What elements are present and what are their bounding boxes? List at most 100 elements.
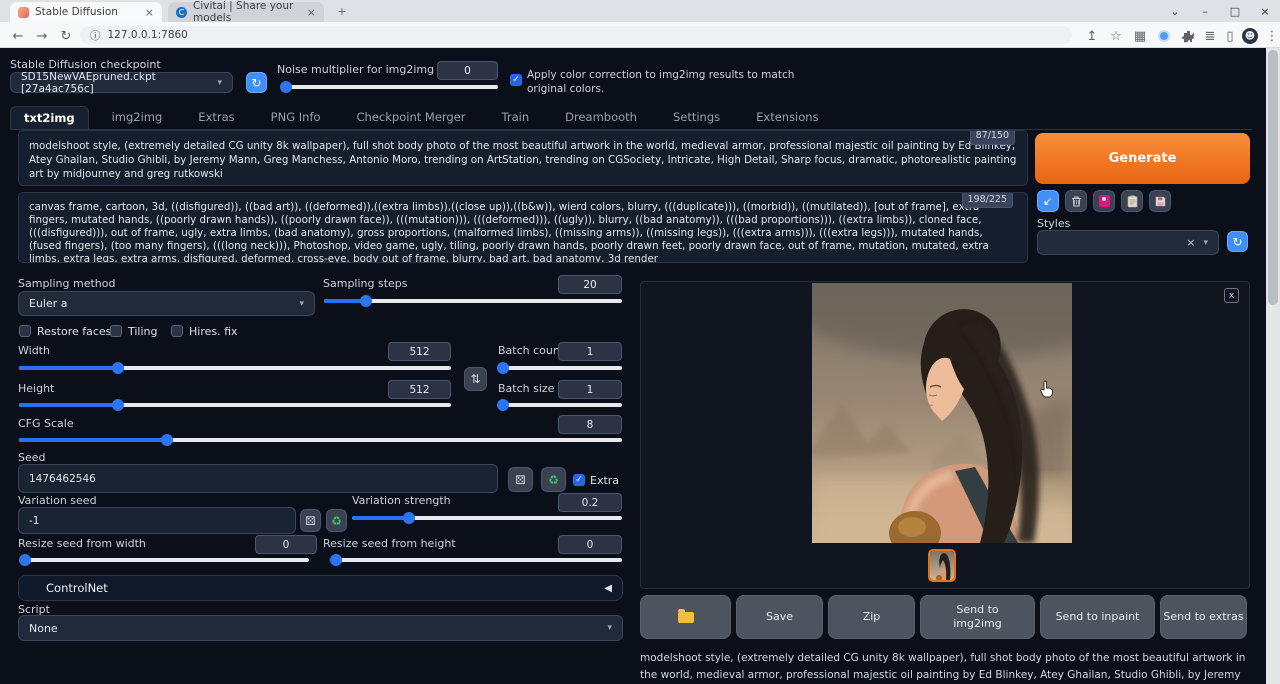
side-panel-icon[interactable]: ▯ <box>1220 26 1240 46</box>
extra-networks-button[interactable] <box>1093 190 1115 212</box>
tab-png-info[interactable]: PNG Info <box>258 106 334 129</box>
open-folder-button[interactable] <box>640 595 731 639</box>
prompt-textarea[interactable]: modelshoot style, (extremely detailed CG… <box>18 130 1028 186</box>
new-tab-button[interactable]: + <box>332 0 352 22</box>
tiling-checkbox[interactable] <box>110 325 122 337</box>
variation-reuse-seed-button[interactable]: ♻ <box>326 509 347 532</box>
restore-faces-checkbox[interactable] <box>19 325 31 337</box>
reuse-seed-button[interactable]: ♻ <box>541 467 566 492</box>
controlnet-accordion[interactable]: ControlNet ◀ <box>18 575 623 601</box>
noise-multiplier-label: Noise multiplier for img2img <box>277 63 434 76</box>
reload-icon[interactable]: ↻ <box>56 26 76 46</box>
cfg-scale-slider[interactable] <box>19 438 622 442</box>
save-style-button[interactable] <box>1149 190 1171 212</box>
url-text: 127.0.0.1:7860 <box>108 29 188 41</box>
tab-checkpoint-merger[interactable]: Checkpoint Merger <box>344 106 479 129</box>
profile-avatar[interactable]: ☻ <box>1240 26 1260 46</box>
batch-size-input[interactable]: 1 <box>558 380 622 399</box>
resize-seed-width-input[interactable]: 0 <box>255 535 317 554</box>
site-info-icon[interactable]: ⓘ <box>90 28 101 43</box>
script-dropdown[interactable]: None ▾ <box>18 615 623 641</box>
clear-styles-icon[interactable]: × <box>1186 236 1195 249</box>
batch-size-slider[interactable] <box>498 403 622 407</box>
batch-count-slider[interactable] <box>498 366 622 370</box>
noise-multiplier-input[interactable]: 0 <box>437 61 498 80</box>
color-correction-checkbox[interactable]: ✓ <box>510 74 522 86</box>
send-to-img2img-button[interactable]: Send to img2img <box>920 595 1035 639</box>
close-gallery-icon[interactable]: x <box>1224 288 1239 303</box>
clear-prompt-button[interactable] <box>1065 190 1087 212</box>
negative-prompt-textarea[interactable]: canvas frame, cartoon, 3d, ((disfigured)… <box>18 192 1028 263</box>
window-minimize-button[interactable]: – <box>1190 0 1220 22</box>
height-slider[interactable] <box>19 403 451 407</box>
browser-tab-civitai[interactable]: C Civitai | Share your models × <box>168 2 324 22</box>
resize-seed-height-input[interactable]: 0 <box>558 535 622 554</box>
civitai-favicon: C <box>176 7 187 18</box>
url-bar[interactable]: ⓘ 127.0.0.1:7860 <box>80 26 1072 44</box>
menu-kebab-icon[interactable]: ⋮ <box>1262 26 1280 46</box>
forward-icon[interactable]: → <box>32 26 52 46</box>
tab-dreambooth[interactable]: Dreambooth <box>552 106 650 129</box>
checkpoint-dropdown[interactable]: SD15NewVAEpruned.ckpt [27a4ac756c] ▾ <box>10 72 233 93</box>
resize-seed-height-slider[interactable] <box>330 558 622 562</box>
height-input[interactable]: 512 <box>388 380 451 399</box>
cfg-scale-input[interactable]: 8 <box>558 415 622 434</box>
paste-params-button[interactable]: ↙ <box>1037 190 1059 212</box>
sampling-steps-slider[interactable] <box>324 299 622 303</box>
sampling-steps-input[interactable]: 20 <box>558 275 622 294</box>
back-icon[interactable]: ← <box>8 26 28 46</box>
hires-fix-label: Hires. fix <box>189 325 238 338</box>
width-slider[interactable] <box>19 366 451 370</box>
extra-seed-checkbox[interactable]: ✓ <box>573 474 585 486</box>
recording-indicator-icon[interactable] <box>1154 26 1174 46</box>
variation-strength-slider[interactable] <box>352 516 622 520</box>
share-icon[interactable]: ↥ <box>1082 26 1102 46</box>
scrollbar-thumb[interactable] <box>1268 50 1278 305</box>
swap-dimensions-button[interactable]: ⇅ <box>464 367 487 391</box>
chevron-down-icon: ▾ <box>217 78 222 88</box>
tab-txt2img[interactable]: txt2img <box>10 106 89 129</box>
page-scrollbar[interactable] <box>1266 48 1280 684</box>
tab-close-icon[interactable]: × <box>307 6 316 19</box>
width-input[interactable]: 512 <box>388 342 451 361</box>
tab-img2img[interactable]: img2img <box>99 106 176 129</box>
extra-seed-label: Extra <box>590 474 619 487</box>
window-maximize-button[interactable]: □ <box>1220 0 1250 22</box>
checkpoint-value: SD15NewVAEpruned.ckpt [27a4ac756c] <box>21 71 217 95</box>
noise-multiplier-slider[interactable] <box>282 85 498 89</box>
random-seed-button[interactable]: ⚄ <box>508 467 533 492</box>
tab-extensions[interactable]: Extensions <box>743 106 831 129</box>
sampling-method-dropdown[interactable]: Euler a ▾ <box>18 291 315 316</box>
apps-grid-icon[interactable]: ▦ <box>1130 26 1150 46</box>
styles-dropdown[interactable]: × ▾ <box>1037 230 1219 255</box>
window-close-button[interactable]: × <box>1250 0 1280 22</box>
color-correction-label: Apply color correction to img2img result… <box>527 68 795 96</box>
tab-settings[interactable]: Settings <box>660 106 733 129</box>
apply-style-button[interactable] <box>1121 190 1143 212</box>
send-to-inpaint-button[interactable]: Send to inpaint <box>1040 595 1155 639</box>
tab-close-icon[interactable]: × <box>145 6 154 19</box>
hires-fix-checkbox[interactable] <box>171 325 183 337</box>
tab-extras[interactable]: Extras <box>185 106 247 129</box>
seed-input[interactable]: 1476462546 <box>18 464 498 493</box>
generate-button[interactable]: Generate <box>1035 133 1250 184</box>
save-button[interactable]: Save <box>736 595 823 639</box>
browser-tab-stable-diffusion[interactable]: Stable Diffusion × <box>10 2 162 22</box>
generated-image[interactable] <box>812 283 1072 543</box>
gallery-thumbnail[interactable] <box>928 549 956 582</box>
variation-strength-input[interactable]: 0.2 <box>558 493 622 512</box>
zip-button[interactable]: Zip <box>828 595 915 639</box>
styles-refresh-button[interactable]: ↻ <box>1227 231 1248 252</box>
variation-seed-input[interactable]: -1 <box>18 507 296 534</box>
resize-seed-width-slider[interactable] <box>19 558 309 562</box>
variation-random-seed-button[interactable]: ⚄ <box>300 509 321 532</box>
batch-count-input[interactable]: 1 <box>558 342 622 361</box>
tab-train[interactable]: Train <box>489 106 543 129</box>
checkpoint-refresh-button[interactable]: ↻ <box>246 72 267 93</box>
reading-list-icon[interactable]: ≣ <box>1200 26 1220 46</box>
extensions-puzzle-icon[interactable] <box>1178 26 1198 46</box>
send-to-extras-button[interactable]: Send to extras <box>1160 595 1247 639</box>
window-chevron-icon[interactable]: ⌄ <box>1160 0 1190 22</box>
clipboard-icon <box>1127 195 1138 208</box>
bookmark-star-icon[interactable]: ☆ <box>1106 26 1126 46</box>
